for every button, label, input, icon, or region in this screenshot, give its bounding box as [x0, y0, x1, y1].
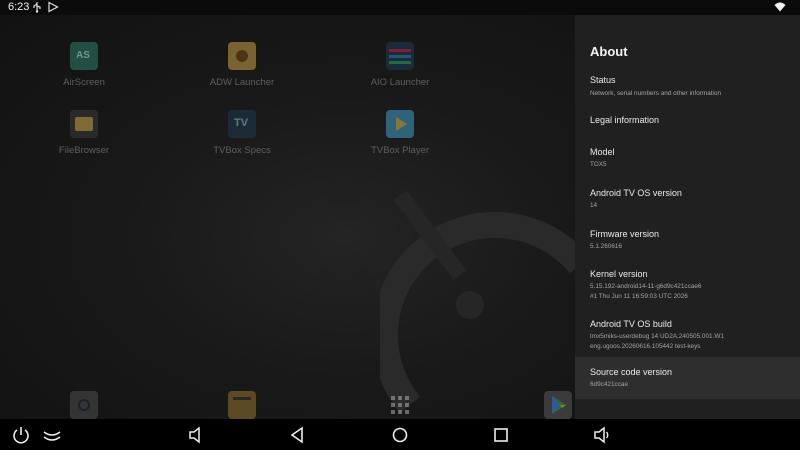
app-airscreen[interactable]: AS AirScreen: [24, 42, 144, 88]
aio-launcher-icon: [386, 42, 414, 70]
menu-item-title: Kernel version: [590, 269, 648, 279]
menu-item-subtitle: 5.15.192-android14-11-g6d9c421ccae6: [590, 283, 702, 290]
navigation-bar: [0, 419, 800, 450]
menu-item-subtitle: 5.1.260616: [590, 243, 622, 250]
launcher-home: AS AirScreen ADW Launcher AIO Launcher F…: [0, 15, 575, 419]
menu-item-subtitle: 14: [590, 202, 598, 209]
app-label: TVBox Specs: [213, 145, 271, 156]
app-label: AIO Launcher: [370, 77, 430, 88]
menu-item-title: Android TV OS version: [590, 188, 682, 198]
status-clock: 6:23: [8, 1, 30, 13]
adw-launcher-icon: [228, 42, 256, 70]
collapse-icon[interactable]: [42, 425, 62, 445]
volume-up-icon[interactable]: [592, 425, 612, 445]
menu-item-model[interactable]: Model TOX5: [575, 139, 800, 179]
app-tvbox-specs[interactable]: TV TVBox Specs: [182, 110, 302, 156]
menu-item-title: Source code version: [590, 367, 673, 377]
power-icon[interactable]: [11, 425, 31, 445]
menu-item-title: Legal information: [590, 115, 660, 125]
recents-icon[interactable]: [491, 425, 511, 445]
app-filebrowser[interactable]: FileBrowser: [24, 110, 144, 156]
menu-item-subtitle: 6d9c421ccae: [590, 381, 629, 388]
app-adw-launcher[interactable]: ADW Launcher: [182, 42, 302, 88]
menu-item-legal-information[interactable]: Legal information: [575, 107, 800, 141]
menu-item-kernel-version[interactable]: Kernel version 5.15.192-android14-11-g6d…: [575, 261, 800, 307]
usb-icon: [33, 2, 41, 13]
app-aio-launcher[interactable]: AIO Launcher: [340, 42, 460, 88]
menu-item-android-tv-os-build[interactable]: Android TV OS build tmx5miks-userdebug 1…: [575, 311, 800, 357]
menu-item-firmware-version[interactable]: Firmware version 5.1.260616: [575, 221, 800, 261]
menu-item-android-tv-os-version[interactable]: Android TV OS version 14: [575, 180, 800, 220]
menu-item-subtitle: #1 Thu Jun 11 16:59:03 UTC 2026: [590, 292, 688, 300]
app-tvbox-player[interactable]: TVBox Player: [340, 110, 460, 156]
play-store-icon[interactable]: [544, 391, 572, 419]
menu-item-subtitle: Network, serial numbers and other inform…: [590, 90, 722, 97]
settings-icon[interactable]: [70, 391, 98, 419]
back-icon[interactable]: [288, 425, 308, 445]
app-label: TVBox Player: [370, 145, 430, 156]
play-store-notification-icon: [48, 1, 59, 13]
menu-item-status[interactable]: Status Network, serial numbers and other…: [575, 67, 800, 107]
android-watermark-icon: [380, 190, 575, 414]
app-label: ADW Launcher: [209, 77, 275, 88]
file-manager-icon[interactable]: [228, 391, 256, 419]
about-settings-panel: About Status Network, serial numbers and…: [575, 15, 800, 419]
app-label: AirScreen: [63, 77, 105, 88]
menu-item-title: Android TV OS build: [590, 319, 672, 329]
menu-item-title: Firmware version: [590, 229, 660, 239]
status-bar: 6:23: [0, 0, 800, 15]
menu-item-title: Model: [590, 147, 615, 157]
menu-item-source-code-version[interactable]: Source code version 6d9c421ccae: [575, 357, 800, 399]
panel-title: About: [590, 44, 628, 59]
volume-down-icon[interactable]: [186, 425, 206, 445]
tvbox-specs-icon: TV: [228, 110, 256, 138]
filebrowser-icon: [70, 110, 98, 138]
menu-item-subtitle: eng.ugoos.20260616.105442 test-keys: [590, 342, 701, 350]
menu-item-subtitle: TOX5: [590, 161, 607, 168]
tvbox-player-icon: [386, 110, 414, 138]
menu-item-title: Status: [590, 75, 616, 85]
airscreen-icon: AS: [70, 42, 98, 70]
app-label: FileBrowser: [58, 145, 110, 156]
home-icon[interactable]: [390, 425, 410, 445]
menu-item-subtitle: tmx5miks-userdebug 14 UD2A.240505.001.W1: [590, 333, 724, 340]
wifi-icon: [774, 2, 786, 12]
app-drawer-icon[interactable]: [386, 391, 414, 419]
